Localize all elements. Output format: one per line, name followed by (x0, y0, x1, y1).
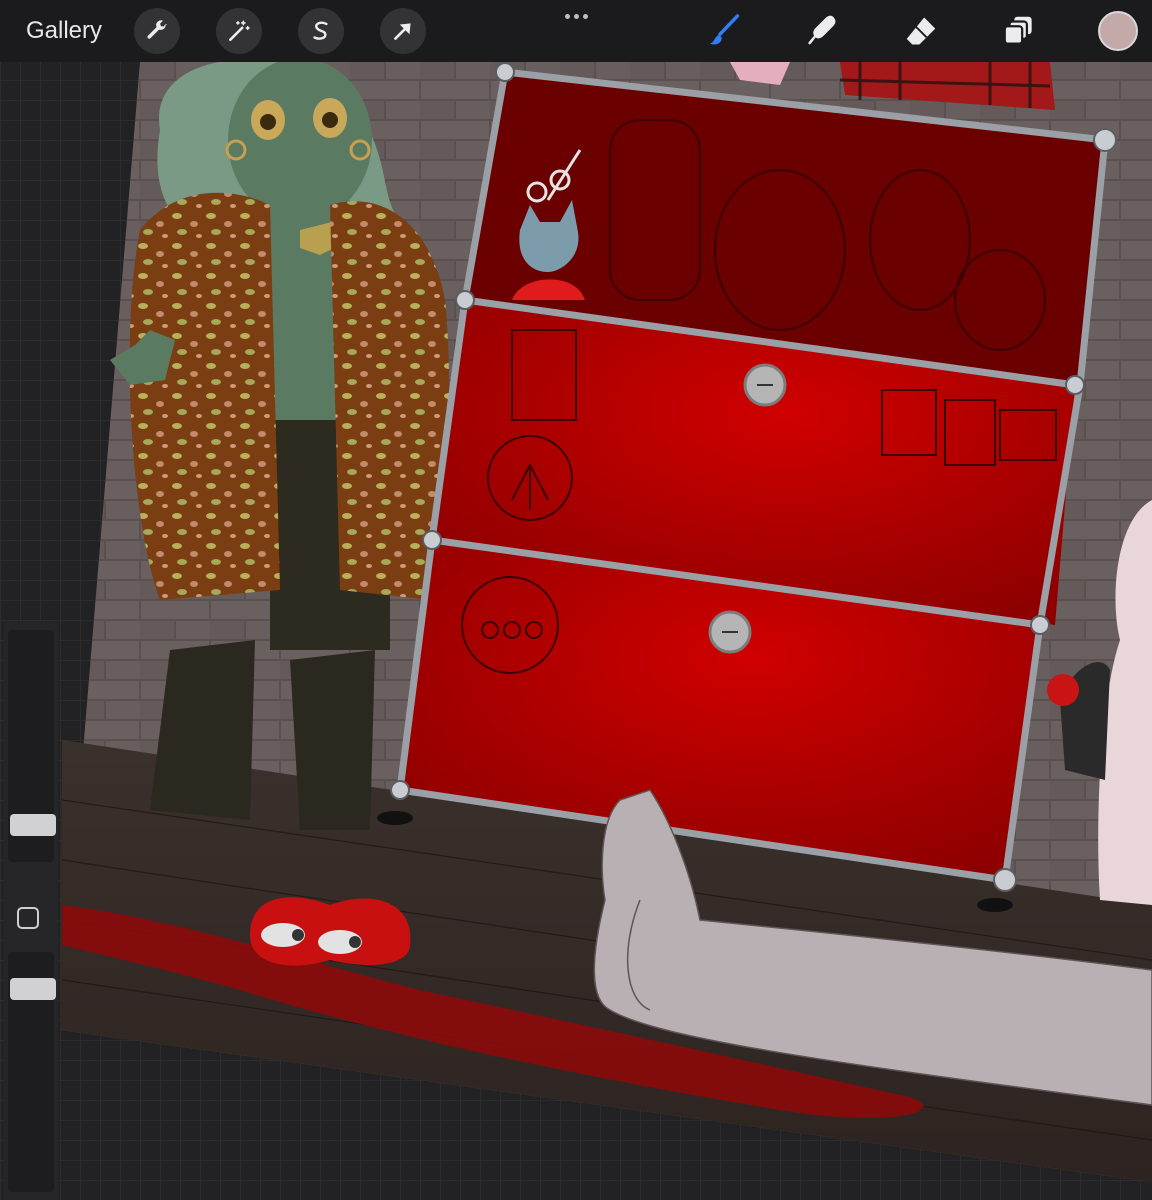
smudge-finger-icon (808, 15, 836, 45)
arrow-cursor-icon (394, 23, 411, 40)
selection-button[interactable] (298, 8, 344, 54)
layers-button[interactable] (998, 10, 1040, 52)
eraser-icon (906, 17, 936, 45)
opacity-thumb[interactable] (10, 978, 56, 1000)
canvas-area[interactable] (0, 62, 1152, 1200)
eraser-tool-button[interactable] (900, 10, 942, 52)
actions-button[interactable] (134, 8, 180, 54)
gallery-button[interactable]: Gallery (26, 16, 102, 46)
selection-s-icon (313, 21, 328, 40)
brush-tool-button[interactable] (703, 10, 745, 52)
opacity-slider[interactable] (8, 952, 56, 1192)
transform-button[interactable] (380, 8, 426, 54)
left-sidebar (4, 622, 58, 1200)
brush-size-thumb[interactable] (10, 814, 56, 836)
magic-wand-icon (229, 20, 250, 41)
wrench-icon (147, 20, 167, 39)
brush-icon (709, 14, 740, 45)
artwork-canvas[interactable] (0, 62, 1152, 1200)
color-swatch-button[interactable] (1098, 11, 1138, 51)
square-icon[interactable] (17, 907, 39, 929)
red-cabinet (377, 62, 1117, 912)
top-toolbar: Gallery (0, 0, 1152, 62)
more-dots-icon[interactable] (558, 4, 594, 28)
procreate-window: Gallery (0, 0, 1152, 1200)
layers-icon (1003, 16, 1032, 45)
adjustments-button[interactable] (216, 8, 262, 54)
brush-size-slider[interactable] (8, 630, 56, 862)
smudge-tool-button[interactable] (801, 10, 843, 52)
